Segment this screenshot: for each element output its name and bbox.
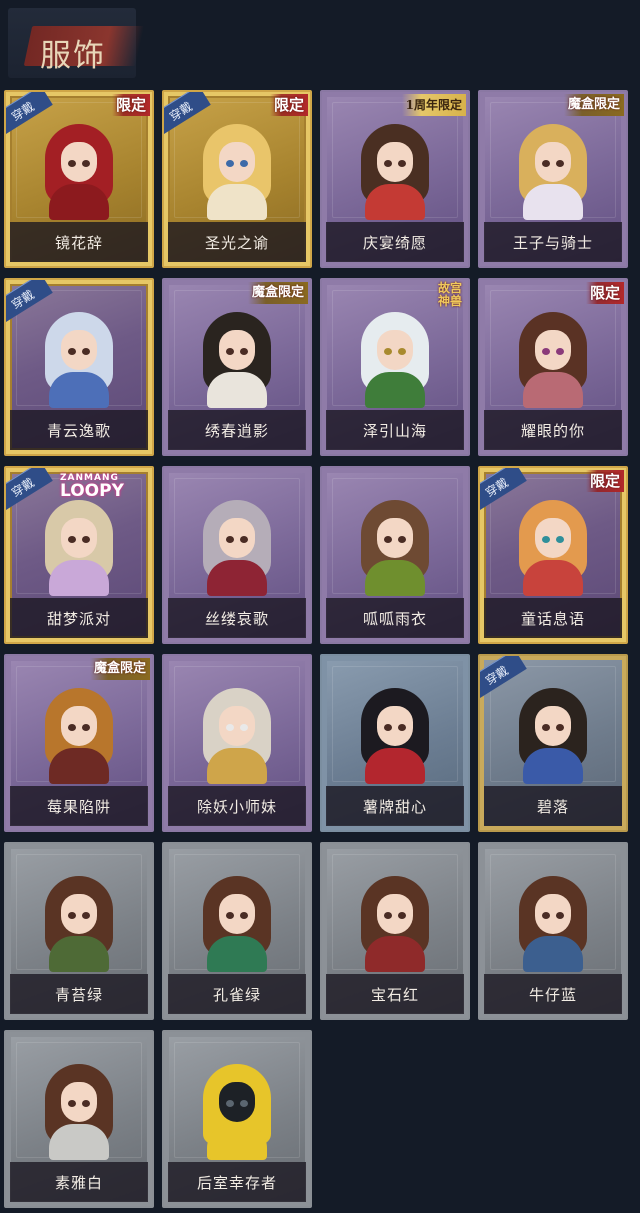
costume-card[interactable]: 穿戴 限定 圣光之谕 — [162, 90, 312, 268]
character-portrait — [357, 684, 433, 784]
costume-name: 丝缕哀歌 — [204, 609, 269, 628]
character-portrait — [41, 1060, 117, 1160]
character-portrait — [357, 496, 433, 596]
costume-card[interactable]: 后室幸存者 — [162, 1030, 312, 1208]
costume-card[interactable]: 除妖小师妹 — [162, 654, 312, 832]
costume-name: 王子与骑士 — [512, 233, 593, 252]
limited-badge: 限定 — [585, 282, 624, 304]
costume-name: 后室幸存者 — [196, 1173, 277, 1192]
character-portrait — [515, 872, 591, 972]
costume-name: 耀眼的你 — [520, 421, 585, 440]
character-portrait — [199, 496, 275, 596]
costume-name: 薯牌甜心 — [362, 797, 427, 816]
costume-grid: 穿戴 限定 镜花辞 穿戴 限定 圣光之谕 1周年限定 庆宴绮愿 魔盒限定 王子与… — [0, 0, 640, 1213]
costume-card[interactable]: 魔盒限定 绣春逍影 — [162, 278, 312, 456]
costume-name: 碧落 — [536, 797, 569, 816]
palace-beast-badge: 故宫 神兽 — [437, 281, 462, 308]
costume-card[interactable]: 青苔绿 — [4, 842, 154, 1020]
costume-card[interactable]: 薯牌甜心 — [320, 654, 470, 832]
costume-card[interactable]: 呱呱雨衣 — [320, 466, 470, 644]
anniversary-limited-badge: 1周年限定 — [401, 94, 466, 116]
box-limited-badge: 魔盒限定 — [247, 282, 308, 304]
costume-card[interactable]: 限定 耀眼的你 — [478, 278, 628, 456]
costume-name: 青苔绿 — [54, 985, 103, 1004]
character-portrait — [515, 308, 591, 408]
costume-name: 泽引山海 — [362, 421, 427, 440]
costume-name: 镜花辞 — [54, 233, 103, 252]
character-portrait — [199, 120, 275, 220]
limited-badge: 限定 — [585, 470, 624, 492]
costume-name: 青云逸歌 — [46, 421, 111, 440]
limited-badge: 限定 — [269, 94, 308, 116]
costume-card[interactable]: 穿戴 限定 童话息语 — [478, 466, 628, 644]
limited-badge: 限定 — [111, 94, 150, 116]
costume-card[interactable]: 穿戴 青云逸歌 — [4, 278, 154, 456]
character-portrait — [41, 872, 117, 972]
costume-card[interactable]: 穿戴 限定 镜花辞 — [4, 90, 154, 268]
character-portrait — [199, 872, 275, 972]
character-portrait — [515, 496, 591, 596]
costume-name: 童话息语 — [520, 609, 585, 628]
costume-card[interactable]: 故宫 神兽 泽引山海 — [320, 278, 470, 456]
costume-card[interactable]: 素雅白 — [4, 1030, 154, 1208]
loopy-collab-badge: ZANMANG LOOPY — [60, 473, 124, 501]
costume-name: 呱呱雨衣 — [362, 609, 427, 628]
costume-name: 宝石红 — [370, 985, 419, 1004]
costume-card[interactable]: 魔盒限定 莓果陷阱 — [4, 654, 154, 832]
costume-name: 牛仔蓝 — [528, 985, 577, 1004]
costume-card[interactable]: 孔雀绿 — [162, 842, 312, 1020]
costume-card[interactable]: 魔盒限定 王子与骑士 — [478, 90, 628, 268]
character-portrait — [41, 684, 117, 784]
box-limited-badge: 魔盒限定 — [563, 94, 624, 116]
costume-name: 除妖小师妹 — [196, 797, 277, 816]
costume-name: 庆宴绮愿 — [362, 233, 427, 252]
costume-name: 圣光之谕 — [204, 233, 269, 252]
costume-card[interactable]: 丝缕哀歌 — [162, 466, 312, 644]
character-portrait — [515, 120, 591, 220]
costume-name: 甜梦派对 — [46, 609, 111, 628]
costume-card[interactable]: 穿戴 碧落 — [478, 654, 628, 832]
costume-card[interactable]: 穿戴 ZANMANG LOOPY 甜梦派对 — [4, 466, 154, 644]
box-limited-badge: 魔盒限定 — [89, 658, 150, 680]
costume-name: 孔雀绿 — [212, 985, 261, 1004]
character-portrait — [199, 1060, 275, 1160]
character-portrait — [199, 684, 275, 784]
costume-name: 莓果陷阱 — [46, 797, 111, 816]
character-portrait — [41, 120, 117, 220]
character-portrait — [357, 872, 433, 972]
character-portrait — [199, 308, 275, 408]
character-portrait — [357, 120, 433, 220]
costume-name: 素雅白 — [54, 1173, 103, 1192]
costume-card[interactable]: 牛仔蓝 — [478, 842, 628, 1020]
costume-card[interactable]: 宝石红 — [320, 842, 470, 1020]
character-portrait — [515, 684, 591, 784]
costume-card[interactable]: 1周年限定 庆宴绮愿 — [320, 90, 470, 268]
character-portrait — [41, 308, 117, 408]
character-portrait — [41, 496, 117, 596]
character-portrait — [357, 308, 433, 408]
costume-name: 绣春逍影 — [204, 421, 269, 440]
